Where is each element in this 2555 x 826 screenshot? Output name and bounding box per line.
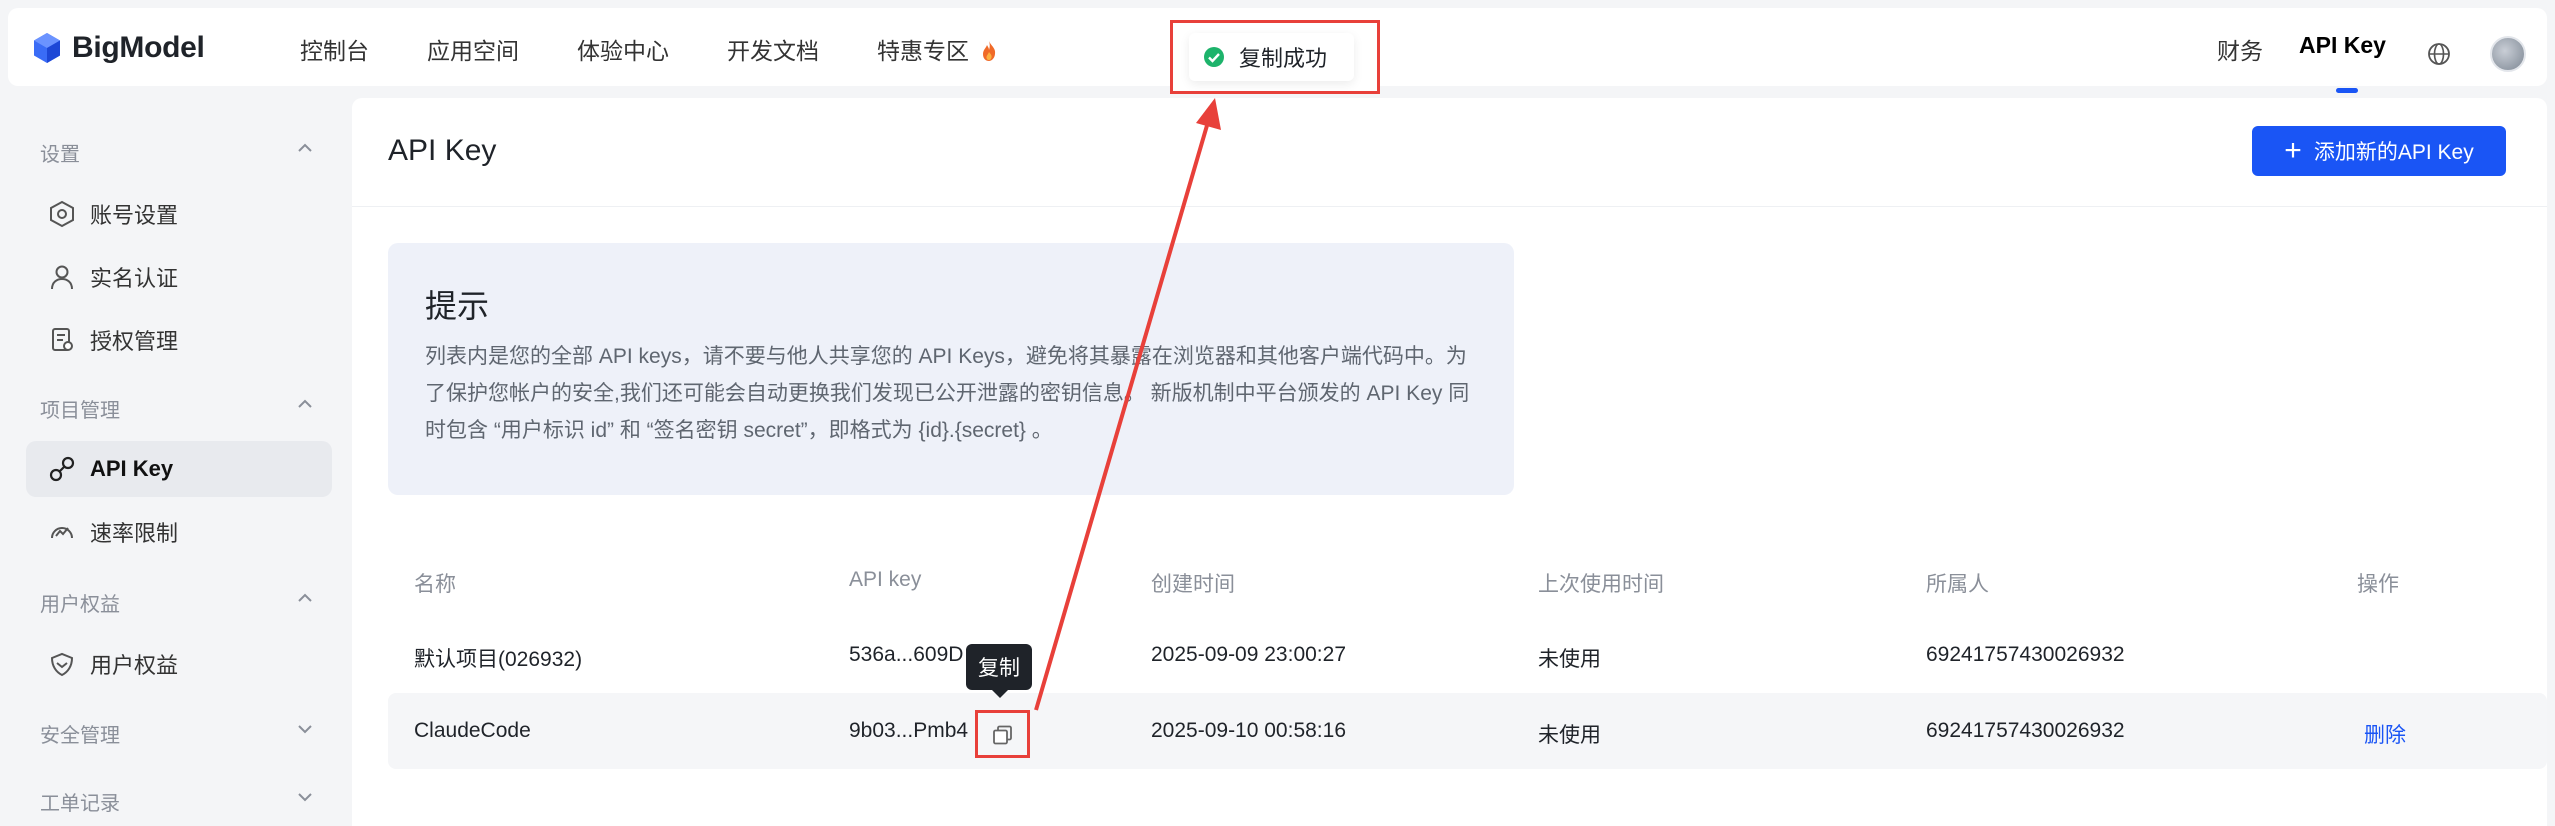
table-cell-created: 2025-09-10 00:58:16 xyxy=(1151,719,1346,742)
user-icon xyxy=(51,265,73,290)
success-toast: 复制成功 xyxy=(1189,33,1354,81)
sidebar-item-label: 账号设置 xyxy=(90,203,179,228)
fire-icon xyxy=(983,41,996,61)
sidebar-group-security[interactable]: 安全管理 xyxy=(40,719,120,748)
chevron-up-icon[interactable] xyxy=(296,395,314,413)
add-api-key-button[interactable]: + 添加新的API Key xyxy=(2252,126,2506,176)
sidebar-item-account-settings[interactable]: 账号设置 xyxy=(26,186,332,242)
chevron-down-icon[interactable] xyxy=(296,720,314,738)
table-cell-owner: 69241757430026932 xyxy=(1926,719,2125,742)
table-row[interactable] xyxy=(388,693,2547,769)
plus-icon: + xyxy=(2284,134,2302,167)
toast-text: 复制成功 xyxy=(1239,46,1328,71)
logo[interactable]: BigModel xyxy=(30,28,205,68)
nav-dev-docs[interactable]: 开发文档 xyxy=(727,32,819,66)
avatar[interactable] xyxy=(2490,36,2526,72)
sidebar-item-label: 实名认证 xyxy=(90,266,179,291)
success-check-icon xyxy=(1204,47,1224,67)
table-cell-name: 默认项目(026932) xyxy=(414,648,583,671)
logo-text: BigModel xyxy=(72,31,205,64)
page-title: API Key xyxy=(388,134,497,167)
table-cell-last-used: 未使用 xyxy=(1538,724,1601,747)
tip-body: 列表内是您的全部 API keys，请不要与他人共享您的 API Keys，避免… xyxy=(425,345,1470,442)
sidebar-item-authorization[interactable]: 授权管理 xyxy=(26,312,332,368)
table-cell-created: 2025-09-09 23:00:27 xyxy=(1151,643,1346,666)
toast-highlight: 复制成功 xyxy=(1170,20,1380,94)
link-key-icon xyxy=(49,456,75,482)
nav-special-offers-label: 特惠专区 xyxy=(877,38,969,64)
sidebar-group-project-management[interactable]: 项目管理 xyxy=(40,394,120,423)
table-cell-api-key: 536a...609D xyxy=(849,643,964,666)
add-api-key-label: 添加新的API Key xyxy=(2313,141,2474,164)
table-cell-name: ClaudeCode xyxy=(414,719,531,742)
sidebar-item-label: 速率限制 xyxy=(90,521,179,546)
column-header-owner: 所属人 xyxy=(1926,573,1989,596)
tip-title: 提示 xyxy=(425,288,490,324)
column-header-actions: 操作 xyxy=(2357,573,2399,596)
sidebar-item-label: 用户权益 xyxy=(90,653,179,678)
sidebar-group-settings[interactable]: 设置 xyxy=(40,138,80,167)
nav-console[interactable]: 控制台 xyxy=(300,32,369,66)
sidebar-item-user-benefits[interactable]: 用户权益 xyxy=(26,636,332,692)
copy-icon xyxy=(993,725,1012,745)
nav-finance[interactable]: 财务 xyxy=(2217,32,2263,66)
divider xyxy=(352,206,2547,207)
nav-app-space[interactable]: 应用空间 xyxy=(427,32,519,66)
column-header-created: 创建时间 xyxy=(1151,573,1235,596)
delete-link[interactable]: 删除 xyxy=(2364,719,2406,749)
bigmodel-logo-icon xyxy=(34,33,60,63)
settings-hex-icon xyxy=(50,200,74,228)
sidebar-group-user-benefits[interactable]: 用户权益 xyxy=(40,588,120,617)
column-header-api-key: API key xyxy=(849,568,922,591)
column-header-name: 名称 xyxy=(414,573,456,596)
sidebar-item-real-name[interactable]: 实名认证 xyxy=(26,249,332,305)
table-cell-api-key: 9b03...Pmb4 xyxy=(849,719,969,742)
nav-special-offers[interactable]: 特惠专区 xyxy=(877,32,997,66)
sidebar-item-rate-limit[interactable]: 速率限制 xyxy=(26,504,332,560)
sidebar-item-api-key[interactable]: API Key xyxy=(26,441,332,497)
sidebar: 设置 账号设置 实名认证 授权管理 项目管理 API Key 速率限制 用户权益… xyxy=(8,98,350,826)
copy-tooltip: 复制 xyxy=(966,644,1032,698)
table-cell-owner: 69241757430026932 xyxy=(1926,643,2125,666)
chevron-down-icon[interactable] xyxy=(296,788,314,806)
table-cell-last-used: 未使用 xyxy=(1538,648,1601,671)
sidebar-group-tickets[interactable]: 工单记录 xyxy=(40,787,120,816)
globe-icon[interactable] xyxy=(2426,41,2452,67)
nav-active-indicator xyxy=(2336,88,2358,93)
shield-heart-icon xyxy=(50,652,74,677)
gauge-icon xyxy=(51,527,73,539)
main-content: API Key + 添加新的API Key 提示 列表内是您的全部 API ke… xyxy=(352,98,2547,826)
nav-api-key[interactable]: API Key xyxy=(2299,32,2386,59)
document-check-icon xyxy=(52,328,73,351)
chevron-up-icon[interactable] xyxy=(296,589,314,607)
column-header-last-used: 上次使用时间 xyxy=(1538,573,1664,596)
copy-button[interactable] xyxy=(975,710,1030,758)
chevron-up-icon[interactable] xyxy=(296,139,314,157)
nav-experience-center[interactable]: 体验中心 xyxy=(577,32,669,66)
sidebar-item-label: 授权管理 xyxy=(90,329,179,354)
sidebar-item-label: API Key xyxy=(90,456,174,481)
tip-box: 提示 列表内是您的全部 API keys，请不要与他人共享您的 API Keys… xyxy=(388,243,1514,495)
